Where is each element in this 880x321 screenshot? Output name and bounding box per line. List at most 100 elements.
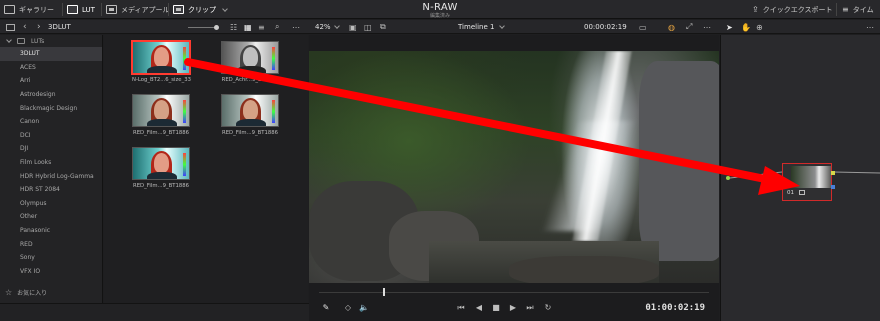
preview-face (154, 153, 169, 173)
viewer-mode-icon[interactable]: ▣ (349, 20, 357, 34)
quick-export-button[interactable]: ⇪ クイックエクスポート (752, 0, 833, 19)
lut-thumbnail[interactable]: RED_Achr...9_BT1886 (221, 41, 279, 83)
sidebar-item[interactable]: Film Looks (0, 156, 102, 170)
sidebar-item[interactable]: 3DLUT (0, 47, 102, 61)
quick-export-label: クイックエクスポート (762, 5, 833, 14)
search-icon[interactable]: ⌕ (275, 20, 279, 34)
viewer-scrubber[interactable] (309, 287, 719, 297)
scrub-track (319, 292, 709, 293)
sidebar-item[interactable]: HDR Hybrid Log-Gamma (0, 169, 102, 183)
lut-preview-image (132, 94, 190, 127)
sidebar-item[interactable]: Other (0, 210, 102, 224)
preview-body (236, 119, 266, 126)
dropper-icon[interactable]: ✎ (319, 302, 333, 314)
source-input-dot[interactable] (726, 176, 730, 180)
skip-end-icon[interactable]: ⏭ (523, 302, 537, 314)
grid-view-icon[interactable]: ▦ (244, 20, 252, 34)
lut-thumbnail[interactable]: N-Log_BT2...6_size_33 (132, 41, 191, 83)
preview-face (243, 47, 258, 67)
lut-folder-list: 3DLUT ACES Arri Astrodesign Blackmagic Desig… (0, 47, 102, 278)
back-arrow-icon[interactable]: ‹ (23, 20, 27, 34)
thumbnail-size-slider[interactable] (188, 20, 219, 34)
color-node-01[interactable]: 01 (782, 163, 832, 201)
favorites-label: お気に入り (17, 290, 48, 297)
chevron-down-icon (499, 23, 506, 29)
lut-thumbnail-caption: RED_Film...9_BT1886 (133, 130, 189, 136)
favorites-item[interactable]: ☆ お気に入り (5, 288, 47, 297)
pointer-tool-icon[interactable]: ➤ (726, 20, 733, 34)
fullscreen-icon[interactable]: ⤢ (686, 20, 692, 34)
stop-icon[interactable]: ■ (489, 302, 503, 314)
node-lut-icon (798, 190, 805, 195)
folder-icon (17, 38, 25, 44)
sidebar-item[interactable]: VFX IO (0, 265, 102, 279)
hand-tool-icon[interactable]: ✋ (741, 20, 751, 34)
timeline-selector[interactable]: Timeline 1 (458, 20, 506, 34)
chevron-down-icon (6, 37, 12, 43)
node-options-icon[interactable]: ⋯ (866, 20, 874, 34)
sidebar-item[interactable]: Arri (0, 74, 102, 88)
skip-start-icon[interactable]: ⏮ (454, 302, 468, 314)
node-thumbnail (791, 166, 831, 188)
list-view-icon[interactable]: ☷ (230, 20, 237, 34)
node-key-output[interactable] (831, 171, 835, 175)
node-rgb-output[interactable] (831, 185, 835, 189)
sidebar-item[interactable]: DJI (0, 142, 102, 156)
sidebar-item[interactable]: Panasonic (0, 224, 102, 238)
lut-thumbnail-caption: N-Log_BT2...6_size_33 (132, 77, 191, 83)
volume-icon[interactable]: 🔈 (357, 302, 371, 314)
loop-icon[interactable]: ↻ (541, 302, 555, 314)
slider-handle[interactable] (214, 24, 219, 30)
lut-thumbnail[interactable]: RED_Film...9_BT1886 (132, 94, 190, 136)
viewer-options-icon[interactable]: ⋯ (703, 20, 711, 34)
preview-face (154, 100, 169, 120)
sidebar-item[interactable]: HDR ST 2084 (0, 183, 102, 197)
viewer-frame[interactable] (309, 51, 719, 283)
lut-preview-image (221, 41, 279, 74)
preview-color-bar (183, 153, 186, 176)
preview-color-bar (183, 100, 186, 123)
split-screen-icon[interactable]: ⧉ (380, 20, 386, 34)
luts-root-folder[interactable]: LUTs (0, 35, 102, 47)
preview-face (154, 47, 169, 67)
more-options-icon[interactable]: ⋯ (292, 20, 300, 34)
playhead[interactable] (383, 288, 385, 296)
divider (836, 3, 837, 16)
sidebar-item[interactable]: DCI (0, 129, 102, 143)
transport-timecode: 01:00:02:19 (645, 303, 705, 313)
layer-icon[interactable]: ◇ (341, 302, 355, 314)
wipe-icon[interactable]: ◫ (364, 20, 372, 34)
sidebar-item[interactable]: Olympus (0, 197, 102, 211)
forward-arrow-icon[interactable]: › (37, 20, 41, 34)
secondary-toolbar: ‹ › 3DLUT ☷ ▦ ≡ ⌕ ⋯ 42% ▣ ◫ ⧉ Timeline 1… (0, 20, 880, 34)
play-reverse-icon[interactable]: ◀ (472, 302, 486, 314)
lut-sidebar: LUTs 3DLUT ACES Arri Astrodesign Blackmagic … (0, 35, 103, 303)
lut-thumbnail[interactable]: RED_Film...9_BT1886 (132, 147, 190, 189)
sidebar-item[interactable]: Blackmagic Design (0, 101, 102, 115)
list-detail-icon[interactable]: ≡ (258, 20, 265, 34)
panel-toggle-icon[interactable] (6, 20, 15, 34)
zoom-tool-icon[interactable]: ⊕ (756, 20, 763, 34)
timeline-button[interactable]: ≡ タイム (842, 0, 874, 19)
node-rgb-input[interactable] (779, 185, 783, 189)
sidebar-item[interactable]: Astrodesign (0, 88, 102, 102)
sidebar-item[interactable]: Sony (0, 251, 102, 265)
sidebar-item[interactable]: Canon (0, 115, 102, 129)
lut-browser: N-Log_BT2...6_size_33 RED_Achr...9_BT1886… (104, 35, 308, 303)
node-label: 01 (787, 190, 805, 196)
preview-body (147, 66, 177, 73)
sidebar-item[interactable]: RED (0, 237, 102, 251)
bottom-bar (0, 303, 309, 321)
output-connection (833, 171, 880, 174)
star-icon: ☆ (5, 288, 13, 297)
zoom-dropdown[interactable]: 42% (315, 20, 340, 34)
play-icon[interactable]: ▶ (506, 302, 520, 314)
color-picker-icon[interactable]: ◍ (668, 20, 675, 34)
preview-body (147, 119, 177, 126)
display-mode-icon[interactable]: ▭ (639, 20, 647, 34)
timeline-label: タイム (852, 5, 874, 14)
sidebar-item[interactable]: ACES (0, 61, 102, 75)
lut-thumbnail[interactable]: RED_Film...9_BT1886 (221, 94, 279, 136)
chevron-down-icon (333, 23, 340, 29)
preview-face (243, 100, 258, 120)
